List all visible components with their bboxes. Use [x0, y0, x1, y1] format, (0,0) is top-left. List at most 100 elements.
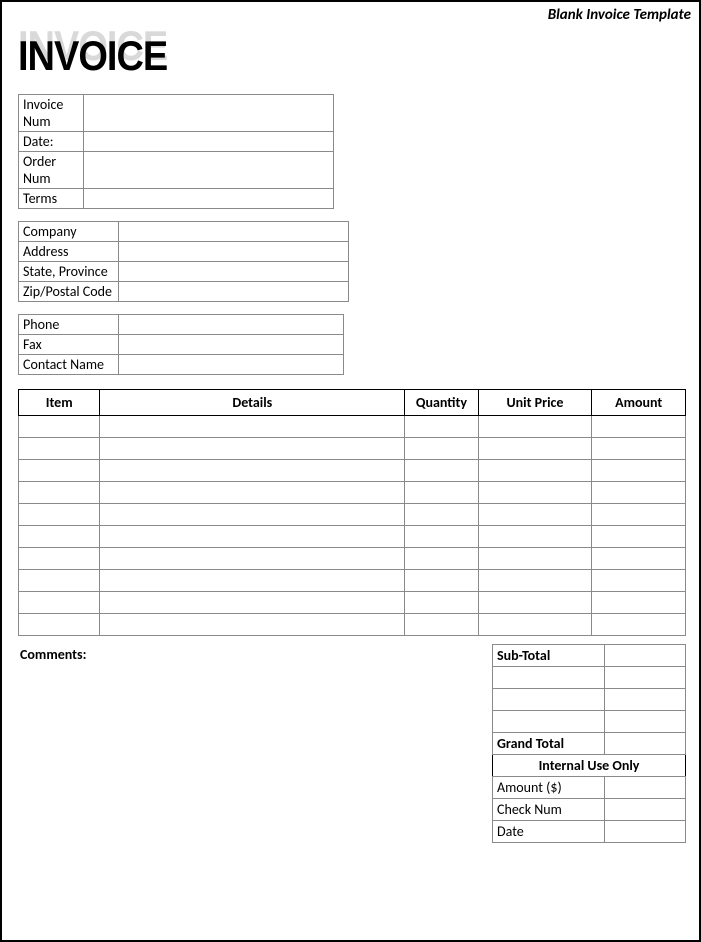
- value-fax[interactable]: [119, 335, 344, 355]
- value-grandtotal[interactable]: [604, 733, 685, 755]
- value-contact[interactable]: [119, 355, 344, 375]
- cell-qty[interactable]: [405, 504, 478, 526]
- cell-details[interactable]: [100, 504, 405, 526]
- table-row: [19, 460, 686, 482]
- cell-details[interactable]: [100, 416, 405, 438]
- value-zip[interactable]: [119, 282, 349, 302]
- label-address: Address: [19, 242, 119, 262]
- cell-price[interactable]: [478, 416, 592, 438]
- cell-price[interactable]: [478, 548, 592, 570]
- cell-qty[interactable]: [405, 570, 478, 592]
- cell-qty[interactable]: [405, 482, 478, 504]
- cell-item[interactable]: [19, 570, 100, 592]
- cell-item[interactable]: [19, 548, 100, 570]
- cell-amount[interactable]: [592, 416, 686, 438]
- cell-item[interactable]: [19, 482, 100, 504]
- cell-details[interactable]: [100, 570, 405, 592]
- contact-info-block: Phone Fax Contact Name: [18, 314, 689, 375]
- value-state[interactable]: [119, 262, 349, 282]
- table-row: [19, 526, 686, 548]
- value-check-num[interactable]: [604, 799, 685, 821]
- cell-details[interactable]: [100, 614, 405, 636]
- cell-qty[interactable]: [405, 460, 478, 482]
- header-details: Details: [100, 390, 405, 416]
- cell-price[interactable]: [478, 482, 592, 504]
- cell-price[interactable]: [478, 526, 592, 548]
- value-amount-paid[interactable]: [604, 777, 685, 799]
- label-date: Date:: [19, 132, 84, 152]
- line-items-table: Item Details Quantity Unit Price Amount: [18, 389, 686, 636]
- extra-value[interactable]: [604, 711, 685, 733]
- label-amount-paid: Amount ($): [493, 777, 605, 799]
- cell-details[interactable]: [100, 548, 405, 570]
- table-row: [19, 504, 686, 526]
- cell-qty[interactable]: [405, 548, 478, 570]
- header-amount: Amount: [592, 390, 686, 416]
- cell-amount[interactable]: [592, 614, 686, 636]
- header-unitprice: Unit Price: [478, 390, 592, 416]
- cell-item[interactable]: [19, 438, 100, 460]
- extra-value[interactable]: [604, 667, 685, 689]
- cell-details[interactable]: [100, 592, 405, 614]
- value-date[interactable]: [84, 132, 334, 152]
- cell-item[interactable]: [19, 416, 100, 438]
- cell-qty[interactable]: [405, 592, 478, 614]
- cell-price[interactable]: [478, 570, 592, 592]
- cell-amount[interactable]: [592, 592, 686, 614]
- cell-price[interactable]: [478, 614, 592, 636]
- cell-price[interactable]: [478, 460, 592, 482]
- extra-label[interactable]: [493, 667, 605, 689]
- cell-item[interactable]: [19, 504, 100, 526]
- extra-value[interactable]: [604, 689, 685, 711]
- cell-details[interactable]: [100, 460, 405, 482]
- invoice-info-block: Invoice Num Date: Order Num Terms: [18, 94, 689, 209]
- label-fax: Fax: [19, 335, 119, 355]
- table-row: [19, 570, 686, 592]
- cell-amount[interactable]: [592, 460, 686, 482]
- cell-amount[interactable]: [592, 482, 686, 504]
- cell-qty[interactable]: [405, 526, 478, 548]
- bottom-region: Comments: Sub-Total Grand Total Internal…: [18, 644, 686, 843]
- label-state: State, Province: [19, 262, 119, 282]
- value-subtotal[interactable]: [604, 645, 685, 667]
- value-order-num[interactable]: [84, 152, 334, 189]
- value-phone[interactable]: [119, 315, 344, 335]
- cell-amount[interactable]: [592, 570, 686, 592]
- cell-amount[interactable]: [592, 548, 686, 570]
- label-terms: Terms: [19, 189, 84, 209]
- value-address[interactable]: [119, 242, 349, 262]
- value-company[interactable]: [119, 222, 349, 242]
- label-internal-date: Date: [493, 821, 605, 843]
- cell-details[interactable]: [100, 526, 405, 548]
- cell-item[interactable]: [19, 592, 100, 614]
- cell-price[interactable]: [478, 438, 592, 460]
- value-terms[interactable]: [84, 189, 334, 209]
- label-contact: Contact Name: [19, 355, 119, 375]
- cell-amount[interactable]: [592, 438, 686, 460]
- cell-item[interactable]: [19, 614, 100, 636]
- table-row: [19, 438, 686, 460]
- table-row: [19, 592, 686, 614]
- cell-amount[interactable]: [592, 504, 686, 526]
- extra-label[interactable]: [493, 689, 605, 711]
- label-invoice-num: Invoice Num: [19, 95, 84, 132]
- cell-item[interactable]: [19, 526, 100, 548]
- cell-qty[interactable]: [405, 438, 478, 460]
- cell-qty[interactable]: [405, 614, 478, 636]
- cell-amount[interactable]: [592, 526, 686, 548]
- label-order-num: Order Num: [19, 152, 84, 189]
- value-internal-date[interactable]: [604, 821, 685, 843]
- cell-price[interactable]: [478, 504, 592, 526]
- template-banner: Blank Invoice Template: [548, 6, 691, 24]
- cell-qty[interactable]: [405, 416, 478, 438]
- extra-label[interactable]: [493, 711, 605, 733]
- table-row: [19, 482, 686, 504]
- cell-price[interactable]: [478, 592, 592, 614]
- line-items-body: [19, 416, 686, 636]
- label-phone: Phone: [19, 315, 119, 335]
- cell-details[interactable]: [100, 438, 405, 460]
- value-invoice-num[interactable]: [84, 95, 334, 132]
- company-info-block: Company Address State, Province Zip/Post…: [18, 221, 689, 302]
- cell-details[interactable]: [100, 482, 405, 504]
- cell-item[interactable]: [19, 460, 100, 482]
